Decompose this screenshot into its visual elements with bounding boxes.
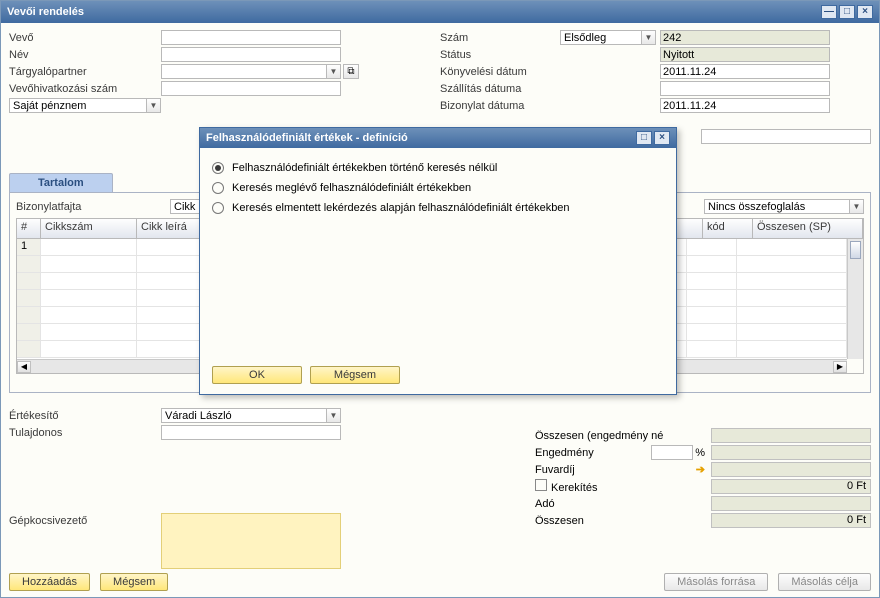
chevron-down-icon: ▼ xyxy=(146,99,160,112)
megsem-button[interactable]: Mégsem xyxy=(100,573,168,591)
dialog-maximize-icon[interactable]: □ xyxy=(636,131,652,145)
totals-panel: Összesen (engedmény né Engedmény% Fuvard… xyxy=(535,427,871,529)
extra-right-input[interactable] xyxy=(701,129,871,144)
scroll-thumb[interactable] xyxy=(850,241,861,259)
penznem-select[interactable]: Saját pénznem▼ xyxy=(9,98,161,113)
osszesen-value: 0 Ft xyxy=(711,513,871,528)
ado-value xyxy=(711,496,871,511)
tulajdonos-input[interactable] xyxy=(161,425,341,440)
hozzaadas-button[interactable]: Hozzáadás xyxy=(9,573,90,591)
col-num[interactable]: # xyxy=(17,219,41,238)
udf-dialog: Felhasználódefiniált értékek - definíció… xyxy=(199,127,677,395)
label-szallitas: Szállítás dátuma xyxy=(440,83,560,95)
summary-select[interactable]: Nincs összefoglalás▼ xyxy=(704,199,864,214)
label-targyalo: Tárgyalópartner xyxy=(9,66,161,78)
chevron-down-icon: ▼ xyxy=(326,409,340,422)
chevron-down-icon: ▼ xyxy=(849,200,863,213)
radio-icon xyxy=(212,182,224,194)
col-kod[interactable]: kód xyxy=(703,219,753,238)
label-vevo: Vevő xyxy=(9,32,161,44)
dialog-title: Felhasználódefiniált értékek - definíció xyxy=(206,132,408,144)
kerekites-checkbox[interactable] xyxy=(535,479,547,491)
status-value xyxy=(660,47,830,62)
engedmeny-input[interactable] xyxy=(651,445,693,460)
scroll-left-icon[interactable]: ◀ xyxy=(17,361,31,373)
vevoszam-input[interactable] xyxy=(161,81,341,96)
dialog-megsem-button[interactable]: Mégsem xyxy=(310,366,400,384)
masolas-celja-button[interactable]: Másolás célja xyxy=(778,573,871,591)
radio-icon xyxy=(212,162,224,174)
maximize-icon[interactable]: □ xyxy=(839,5,855,19)
col-osszesen[interactable]: Összesen (SP) xyxy=(753,219,863,238)
szallitas-value[interactable] xyxy=(660,81,830,96)
bizonylat-value[interactable] xyxy=(660,98,830,113)
label-kerekites: Kerekítés xyxy=(535,479,711,494)
engedmeny-value xyxy=(711,445,871,460)
chevron-down-icon: ▼ xyxy=(641,31,655,44)
kerekites-value: 0 Ft xyxy=(711,479,871,494)
vevo-input[interactable] xyxy=(161,30,341,45)
label-status: Státus xyxy=(440,49,560,61)
label-szam: Szám xyxy=(440,32,560,44)
osszesen-eng-value xyxy=(711,428,871,443)
label-gepkocsi: Gépkocsivezető xyxy=(9,513,161,527)
chevron-down-icon: ▼ xyxy=(326,65,340,78)
close-icon[interactable]: × xyxy=(857,5,873,19)
label-fuvar: Fuvardíj xyxy=(535,464,696,476)
targyalo-details-button[interactable]: ⧉ xyxy=(343,64,359,79)
arrow-right-icon[interactable]: ➔ xyxy=(696,463,705,476)
nev-input[interactable] xyxy=(161,47,341,62)
radio-option-3[interactable]: Keresés elmentett lekérdezés alapján fel… xyxy=(212,198,664,218)
konyv-value[interactable] xyxy=(660,64,830,79)
label-bizonylat: Bizonylat dátuma xyxy=(440,100,560,112)
label-vevoszam: Vevőhivatkozási szám xyxy=(9,83,161,95)
label-nev: Név xyxy=(9,49,161,61)
scroll-right-icon[interactable]: ▶ xyxy=(833,361,847,373)
col-cikkszam[interactable]: Cikkszám xyxy=(41,219,137,238)
label-tulajdonos: Tulajdonos xyxy=(9,427,161,439)
dialog-titlebar[interactable]: Felhasználódefiniált értékek - definíció… xyxy=(200,128,676,148)
masolas-forrasa-button[interactable]: Másolás forrása xyxy=(664,573,768,591)
label-konyv: Könyvelési dátum xyxy=(440,66,560,78)
dialog-close-icon[interactable]: × xyxy=(654,131,670,145)
szam-select[interactable]: Elsődleg▼ xyxy=(560,30,656,45)
fuvar-value[interactable] xyxy=(711,462,871,477)
szam-value[interactable] xyxy=(660,30,830,45)
gepkocsi-field[interactable] xyxy=(161,513,341,569)
window-title: Vevői rendelés xyxy=(7,6,819,18)
radio-icon xyxy=(212,202,224,214)
titlebar[interactable]: Vevői rendelés — □ × xyxy=(1,1,879,23)
tab-tartalom[interactable]: Tartalom xyxy=(9,173,113,192)
label-osszesen: Összesen xyxy=(535,515,711,527)
col-leiras[interactable]: Cikk leírá xyxy=(137,219,207,238)
ertekesito-select[interactable]: Váradi László▼ xyxy=(161,408,341,423)
targyalo-select[interactable]: ▼ xyxy=(161,64,341,79)
main-window: Vevői rendelés — □ × Vevő Név Tárgyalópa… xyxy=(0,0,880,598)
label-ado: Adó xyxy=(535,498,711,510)
radio-option-2[interactable]: Keresés meglévő felhasználódefiniált ért… xyxy=(212,178,664,198)
label-bizonylatfajta: Bizonylatfajta xyxy=(16,201,166,213)
label-engedmeny: Engedmény xyxy=(535,447,651,459)
minimize-icon[interactable]: — xyxy=(821,5,837,19)
vertical-scrollbar[interactable] xyxy=(847,239,863,359)
dialog-ok-button[interactable]: OK xyxy=(212,366,302,384)
label-ertekesito: Értékesítő xyxy=(9,410,161,422)
radio-option-1[interactable]: Felhasználódefiniált értékekben történő … xyxy=(212,158,664,178)
label-osszesen-eng: Összesen (engedmény né xyxy=(535,430,711,442)
